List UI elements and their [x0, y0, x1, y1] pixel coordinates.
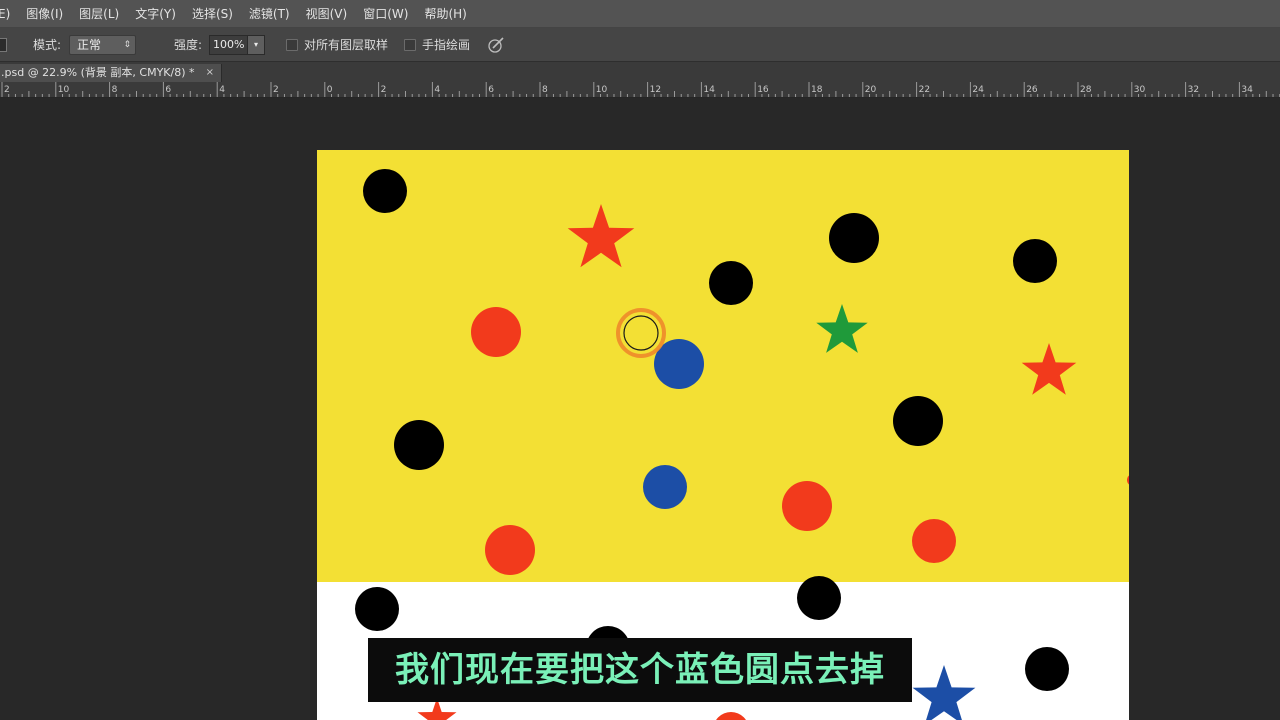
ruler-label: 6 [165, 85, 171, 95]
ruler-label: 24 [972, 85, 984, 95]
document-canvas[interactable] [317, 150, 1129, 720]
red-dot [782, 481, 832, 531]
red-dot [1127, 475, 1129, 485]
red-dot [485, 525, 535, 575]
menu-view[interactable]: 视图(V) [298, 0, 356, 28]
black-dot [709, 261, 753, 305]
mode-label: 模式: [33, 38, 62, 52]
blue-star [912, 665, 976, 720]
red-dot [912, 519, 956, 563]
menu-type[interactable]: 文字(Y) [127, 0, 184, 28]
ruler-label: 8 [112, 85, 118, 95]
sample-all-layers-checkbox[interactable] [286, 39, 298, 51]
menu-window[interactable]: 窗口(W) [355, 0, 416, 28]
green-star [816, 304, 868, 353]
ruler-label: 18 [811, 85, 823, 95]
ruler-label: 10 [58, 85, 70, 95]
ruler-label: 14 [703, 85, 715, 95]
horizontal-ruler[interactable]: 2 10 8 6 4 2 0 2 4 6 8 10 12 14 16 18 20 22 24 26 28 30 32 34 [0, 82, 1280, 98]
updown-arrow-icon: ⇕ [123, 40, 131, 50]
ruler-ticks: 2 10 8 6 4 2 0 2 4 6 8 10 12 14 16 18 20 22 24 26 28 30 32 34 [1, 82, 1280, 97]
menu-edit[interactable]: E) [0, 0, 18, 28]
black-dot [394, 420, 444, 470]
ruler-label: 8 [542, 85, 548, 95]
finger-painting-checkbox[interactable] [404, 39, 416, 51]
options-bar: 模式: 正常 ⇕ 强度: 100% ▾ 对所有图层取样 手指绘画 [0, 28, 1280, 62]
ruler-label: 28 [1080, 85, 1092, 95]
mode-dropdown[interactable]: 正常 ⇕ [69, 35, 136, 55]
black-dot [797, 576, 841, 620]
ruler-label: 6 [488, 85, 494, 95]
ruler-label: 20 [865, 85, 877, 95]
menu-help[interactable]: 帮助(H) [416, 0, 474, 28]
ruler-label: 32 [1188, 85, 1199, 95]
ruler-label: 30 [1134, 85, 1146, 95]
smudge-tool-icon[interactable] [0, 38, 7, 52]
menu-bar: E) 图像(I) 图层(L) 文字(Y) 选择(S) 滤镜(T) 视图(V) 窗… [0, 0, 1280, 28]
video-subtitle: 我们现在要把这个蓝色圆点去掉 [368, 638, 912, 702]
ruler-label: 12 [650, 85, 661, 95]
blue-dot [643, 465, 687, 509]
menu-image[interactable]: 图像(I) [18, 0, 71, 28]
strength-value: 100% [213, 38, 245, 51]
document-tab[interactable]: .psd @ 22.9% (背景 副本, CMYK/8) * × [0, 64, 222, 82]
menu-select[interactable]: 选择(S) [184, 0, 241, 28]
black-dot [355, 587, 399, 631]
menu-layer[interactable]: 图层(L) [71, 0, 127, 28]
menu-filter[interactable]: 滤镜(T) [241, 0, 298, 28]
ruler-label: 4 [434, 85, 440, 95]
ruler-label: 26 [1026, 85, 1038, 95]
brush-cursor-ring [616, 308, 666, 358]
ruler-label: 4 [219, 85, 225, 95]
black-dot [1025, 647, 1069, 691]
finger-painting-label: 手指绘画 [422, 38, 471, 52]
strength-input[interactable]: 100% ▾ [209, 35, 265, 55]
ruler-label: 22 [919, 85, 930, 95]
black-dot [893, 396, 943, 446]
close-icon[interactable]: × [206, 64, 214, 82]
black-dot [829, 213, 879, 263]
chevron-down-icon[interactable]: ▾ [247, 36, 264, 54]
red-star [1021, 343, 1077, 395]
red-dot [471, 307, 521, 357]
pen-pressure-icon[interactable] [487, 36, 505, 54]
ruler-label: 2 [4, 85, 10, 95]
sample-all-layers-label: 对所有图层取样 [304, 38, 389, 52]
black-dot [1013, 239, 1057, 283]
ruler-label: 34 [1241, 85, 1253, 95]
ruler-label: 0 [327, 85, 333, 95]
red-star [567, 204, 635, 268]
brush-cursor-icon [623, 315, 659, 351]
ruler-label: 16 [757, 85, 769, 95]
ruler-label: 2 [381, 85, 387, 95]
canvas-shapes [355, 169, 1129, 720]
document-tab-bar: .psd @ 22.9% (背景 副本, CMYK/8) * × [0, 62, 1280, 82]
document-tab-title: .psd @ 22.9% (背景 副本, CMYK/8) * [1, 66, 195, 79]
black-dot [363, 169, 407, 213]
ruler-label: 10 [596, 85, 608, 95]
red-dot [716, 712, 746, 720]
mode-value: 正常 [77, 38, 102, 52]
ruler-label: 2 [273, 85, 279, 95]
strength-label: 强度: [174, 38, 203, 52]
